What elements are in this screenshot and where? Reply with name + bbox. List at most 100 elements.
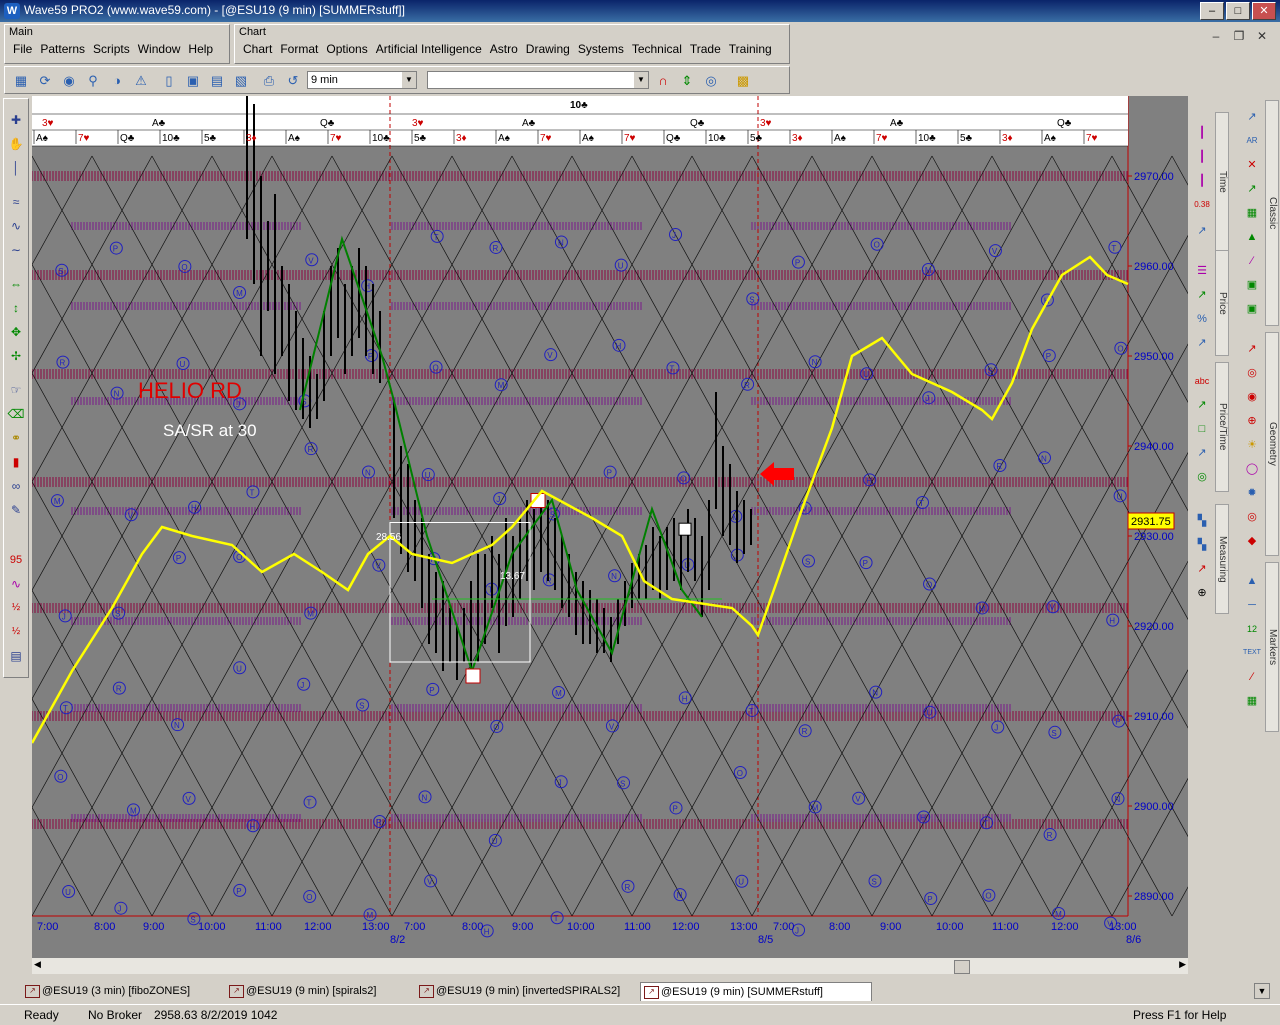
measure-icon[interactable]: ▚	[1193, 512, 1211, 530]
mdi-close-button[interactable]: ✕	[1252, 28, 1272, 44]
script-icon[interactable]: ▩	[733, 71, 753, 91]
scan-icon[interactable]: ◉	[59, 71, 79, 91]
chart-menu-technical[interactable]: Technical	[628, 42, 686, 56]
chart-canvas[interactable]: S P O M V H T R N U J S P O M V H T R N U J S P O M V H T R N U J S P O M V H T…	[0, 77, 1280, 958]
classic-box-icon[interactable]: ▣	[1243, 300, 1261, 318]
classic-fan-icon[interactable]: ↗	[1243, 180, 1261, 198]
marker-line-icon[interactable]: ─	[1243, 596, 1261, 614]
measure-target-icon[interactable]: ⊕	[1193, 584, 1211, 602]
expand-icon[interactable]: ↕	[7, 299, 25, 317]
geo-target-icon[interactable]: ◎	[1243, 508, 1261, 526]
chart-menu-drawing[interactable]: Drawing	[522, 42, 574, 56]
time-fan-icon[interactable]: ┃	[1193, 172, 1211, 190]
zigzag-icon[interactable]: ≈	[7, 193, 25, 211]
classic-triangle-icon[interactable]: ▲	[1243, 228, 1261, 246]
eye-icon[interactable]: ◎	[701, 71, 721, 91]
geo-ellipse-icon[interactable]: ⊕	[1243, 412, 1261, 430]
save-icon[interactable]: ▣	[183, 71, 203, 91]
fit-width-icon[interactable]: ⇔	[7, 275, 25, 293]
updown-arrow-icon[interactable]: ⇕	[677, 71, 697, 91]
price-levels-icon[interactable]: ☰	[1193, 262, 1211, 280]
mdi-minimize-button[interactable]: –	[1206, 28, 1226, 44]
doc-tab[interactable]: ↗ @ESU19 (3 min) [fiboZONES]	[22, 982, 238, 1000]
pointer-icon[interactable]: ☞	[7, 381, 25, 399]
trash-icon[interactable]: ⌫	[7, 405, 25, 423]
chart-menu-chart[interactable]: Chart	[239, 42, 276, 56]
sine-icon[interactable]: ∿	[7, 575, 25, 593]
curve-icon[interactable]: ∼	[7, 241, 25, 259]
pt-box-icon[interactable]: □	[1193, 420, 1211, 438]
chart-menu-format[interactable]: Format	[276, 42, 322, 56]
pt-spiral-icon[interactable]: ◎	[1193, 468, 1211, 486]
scroll-left-icon[interactable]: ◀	[34, 959, 41, 970]
tab-time[interactable]: Time	[1215, 112, 1229, 252]
pt-trend-icon[interactable]: ↗	[1193, 396, 1211, 414]
scroll-right-icon[interactable]: ▶	[1179, 959, 1186, 970]
vertical-line-icon[interactable]: │	[7, 159, 25, 177]
pencil-icon[interactable]: ✎	[7, 501, 25, 519]
time-cycles-icon[interactable]: ┃	[1193, 148, 1211, 166]
text-abc-icon[interactable]: abc	[1193, 372, 1211, 390]
marker-slash-icon[interactable]: ∕	[1243, 668, 1261, 686]
numbers-icon[interactable]: 95	[7, 551, 25, 569]
link-icon[interactable]: ⚭	[7, 429, 25, 447]
chevron-down-icon[interactable]: ▼	[634, 72, 648, 88]
chart-menu-training[interactable]: Training	[725, 42, 776, 56]
tab-measuring[interactable]: Measuring	[1215, 504, 1229, 614]
mdi-restore-button[interactable]: ❐	[1229, 28, 1249, 44]
tab-markers[interactable]: Markers	[1265, 562, 1279, 732]
doc-tab[interactable]: ↗ @ESU19 (9 min) [spirals2]	[226, 982, 426, 1000]
chart-menu-systems[interactable]: Systems	[574, 42, 628, 56]
bell-icon[interactable]: ⚠	[131, 71, 151, 91]
open-folder-icon[interactable]: ▯	[159, 71, 179, 91]
new-chart-icon[interactable]: ▦	[11, 71, 31, 91]
classic-square-icon[interactable]: ▣	[1243, 276, 1261, 294]
geo-diamond-icon[interactable]: ◆	[1243, 532, 1261, 550]
tab-price[interactable]: Price	[1215, 250, 1229, 356]
interval-select[interactable]: 9 min ▼	[307, 71, 417, 89]
chevron-down-icon[interactable]: ▼	[402, 72, 416, 88]
menu-help[interactable]: Help	[184, 42, 217, 56]
tab-classic[interactable]: Classic	[1265, 100, 1279, 326]
marker-text-icon[interactable]: TEXT	[1243, 644, 1261, 662]
crosshair-icon[interactable]: ✚	[7, 111, 25, 129]
tabs-close-icon[interactable]: ▼	[1254, 983, 1270, 999]
scroll-thumb[interactable]	[954, 960, 970, 974]
palette-icon[interactable]: ◑	[107, 71, 127, 91]
lasso-icon[interactable]: ∞	[7, 477, 25, 495]
move-icon[interactable]: ✢	[7, 347, 25, 365]
chart-menu-trade[interactable]: Trade	[686, 42, 725, 56]
price-trend-icon[interactable]: ↗	[1193, 286, 1211, 304]
marker-grid-icon[interactable]: ▦	[1243, 692, 1261, 710]
classic-grid-icon[interactable]: ▦	[1243, 204, 1261, 222]
geo-sun-icon[interactable]: ☀	[1243, 436, 1261, 454]
menu-scripts[interactable]: Scripts	[89, 42, 134, 56]
compress-icon[interactable]: ✥	[7, 323, 25, 341]
time-numbers-icon[interactable]: 0.38	[1193, 196, 1211, 214]
undo-icon[interactable]: ↺	[283, 71, 303, 91]
geo-web-icon[interactable]: ✹	[1243, 484, 1261, 502]
doc-tab[interactable]: ↗ @ESU19 (9 min) [invertedSPIRALS2]	[416, 982, 650, 1000]
fraction-icon[interactable]: ½	[7, 599, 25, 617]
close-button[interactable]: ✕	[1252, 2, 1276, 20]
hand-icon[interactable]: ✋	[7, 135, 25, 153]
time-trend-icon[interactable]: ↗	[1193, 222, 1211, 240]
measure-123-icon[interactable]: ▚	[1193, 536, 1211, 554]
marker-number-icon[interactable]: 12	[1243, 620, 1261, 638]
geo-circle-icon[interactable]: ◎	[1243, 364, 1261, 382]
geo-sphere-icon[interactable]: ◉	[1243, 388, 1261, 406]
layers-icon[interactable]: ▤	[7, 647, 25, 665]
chart-area[interactable]: S P O M V H T R N U J S P O M V H T R N U J S P O M V H T R N U J S P O M V H T…	[0, 77, 1280, 974]
tab-geometry[interactable]: Geometry	[1265, 332, 1279, 556]
menu-window[interactable]: Window	[134, 42, 185, 56]
menu-patterns[interactable]: Patterns	[36, 42, 89, 56]
price-fan-icon[interactable]: ↗	[1193, 334, 1211, 352]
print-icon[interactable]: ⎙	[259, 71, 279, 91]
horizontal-scrollbar[interactable]: ◀ ▶	[32, 958, 1188, 974]
classic-channel-icon[interactable]: ∕	[1243, 252, 1261, 270]
geo-ring-icon[interactable]: ◯	[1243, 460, 1261, 478]
menu-file[interactable]: File	[9, 42, 36, 56]
measure-n-icon[interactable]: ↗	[1193, 560, 1211, 578]
doc-tab[interactable]: ↗ @ESU19 (9 min) [SUMMERstuff]	[640, 982, 872, 1001]
wave-icon[interactable]: ∿	[7, 217, 25, 235]
